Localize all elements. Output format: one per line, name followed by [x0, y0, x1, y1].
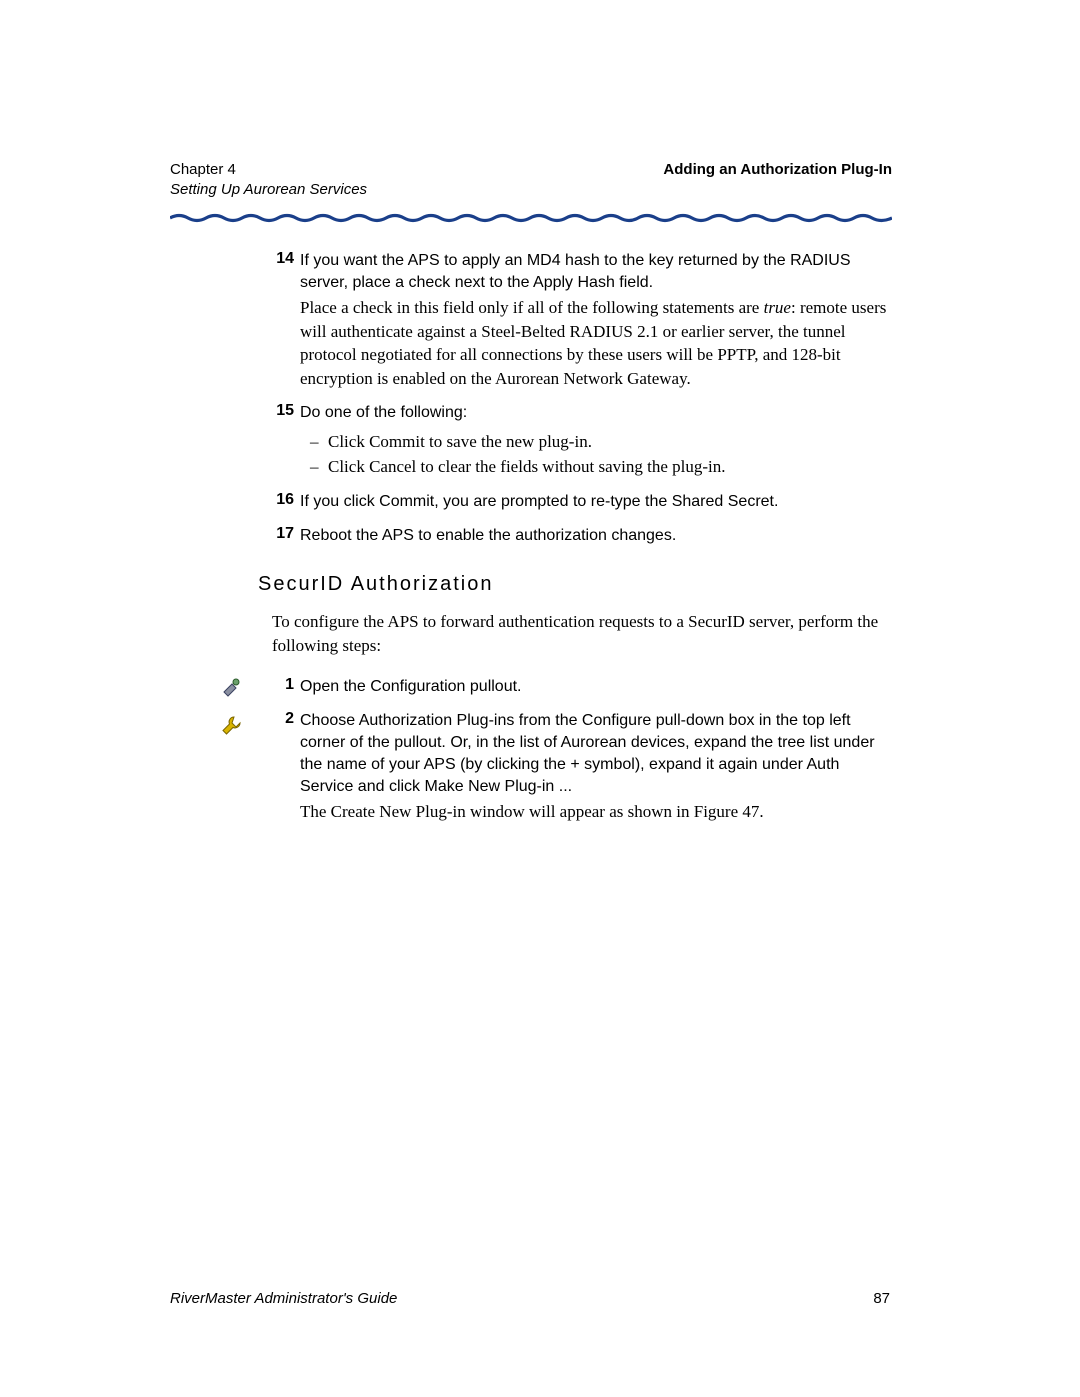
sublist-item: Click Commit to save the new plug-in.: [328, 430, 892, 455]
step-lead: Open the Configuration pullout.: [300, 676, 892, 698]
step-sublist: Click Commit to save the new plug-in. Cl…: [300, 430, 892, 479]
body-italic: true: [764, 298, 791, 317]
wrench-icon: [220, 714, 244, 738]
page-footer: RiverMaster Administrator's Guide 87: [170, 1290, 890, 1307]
chapter-subtitle: Setting Up Aurorean Services: [170, 180, 367, 200]
step-15: 15 Do one of the following: Click Commit…: [300, 402, 892, 479]
header-left: Chapter 4 Setting Up Aurorean Services: [170, 160, 367, 199]
step-lead: Choose Authorization Plug-ins from the C…: [300, 710, 892, 798]
step-number: 2: [270, 710, 294, 728]
step-lead: Do one of the following:: [300, 402, 892, 424]
step-number: 17: [270, 525, 294, 543]
step-16: 16 If you click Commit, you are prompted…: [300, 491, 892, 513]
sublist-item: Click Cancel to clear the fields without…: [328, 455, 892, 480]
procedure-step-2: 2 Choose Authorization Plug-ins from the…: [300, 710, 892, 824]
step-body: The Create New Plug-in window will appea…: [300, 800, 892, 823]
content-area: 14 If you want the APS to apply an MD4 h…: [170, 250, 892, 547]
section-heading: SecurID Authorization: [258, 573, 892, 596]
step-17: 17 Reboot the APS to enable the authoriz…: [300, 525, 892, 547]
config-tool-icon: [220, 676, 244, 700]
header-right: Adding an Authorization Plug-In: [663, 160, 892, 180]
step-lead: Reboot the APS to enable the authorizati…: [300, 525, 892, 547]
footer-title: RiverMaster Administrator's Guide: [170, 1290, 397, 1307]
procedure-step-1: 1 Open the Configuration pullout.: [300, 676, 892, 698]
step-lead: If you click Commit, you are prompted to…: [300, 491, 892, 513]
step-14: 14 If you want the APS to apply an MD4 h…: [300, 250, 892, 390]
section-intro: To configure the APS to forward authenti…: [272, 610, 892, 658]
page-number: 87: [873, 1290, 890, 1307]
icon-gutter: [220, 676, 252, 752]
page-header: Chapter 4 Setting Up Aurorean Services A…: [170, 160, 892, 199]
steps-area: 1 Open the Configuration pullout. 2 Choo…: [170, 676, 892, 824]
step-number: 1: [270, 676, 294, 694]
wavy-separator-icon: [170, 213, 892, 223]
body-prefix: Place a check in this field only if all …: [300, 298, 764, 317]
chapter-label: Chapter 4: [170, 160, 367, 180]
step-number: 14: [270, 250, 294, 268]
step-number: 16: [270, 491, 294, 509]
step-lead: If you want the APS to apply an MD4 hash…: [300, 250, 892, 294]
step-number: 15: [270, 402, 294, 420]
step-body: Place a check in this field only if all …: [300, 296, 892, 390]
